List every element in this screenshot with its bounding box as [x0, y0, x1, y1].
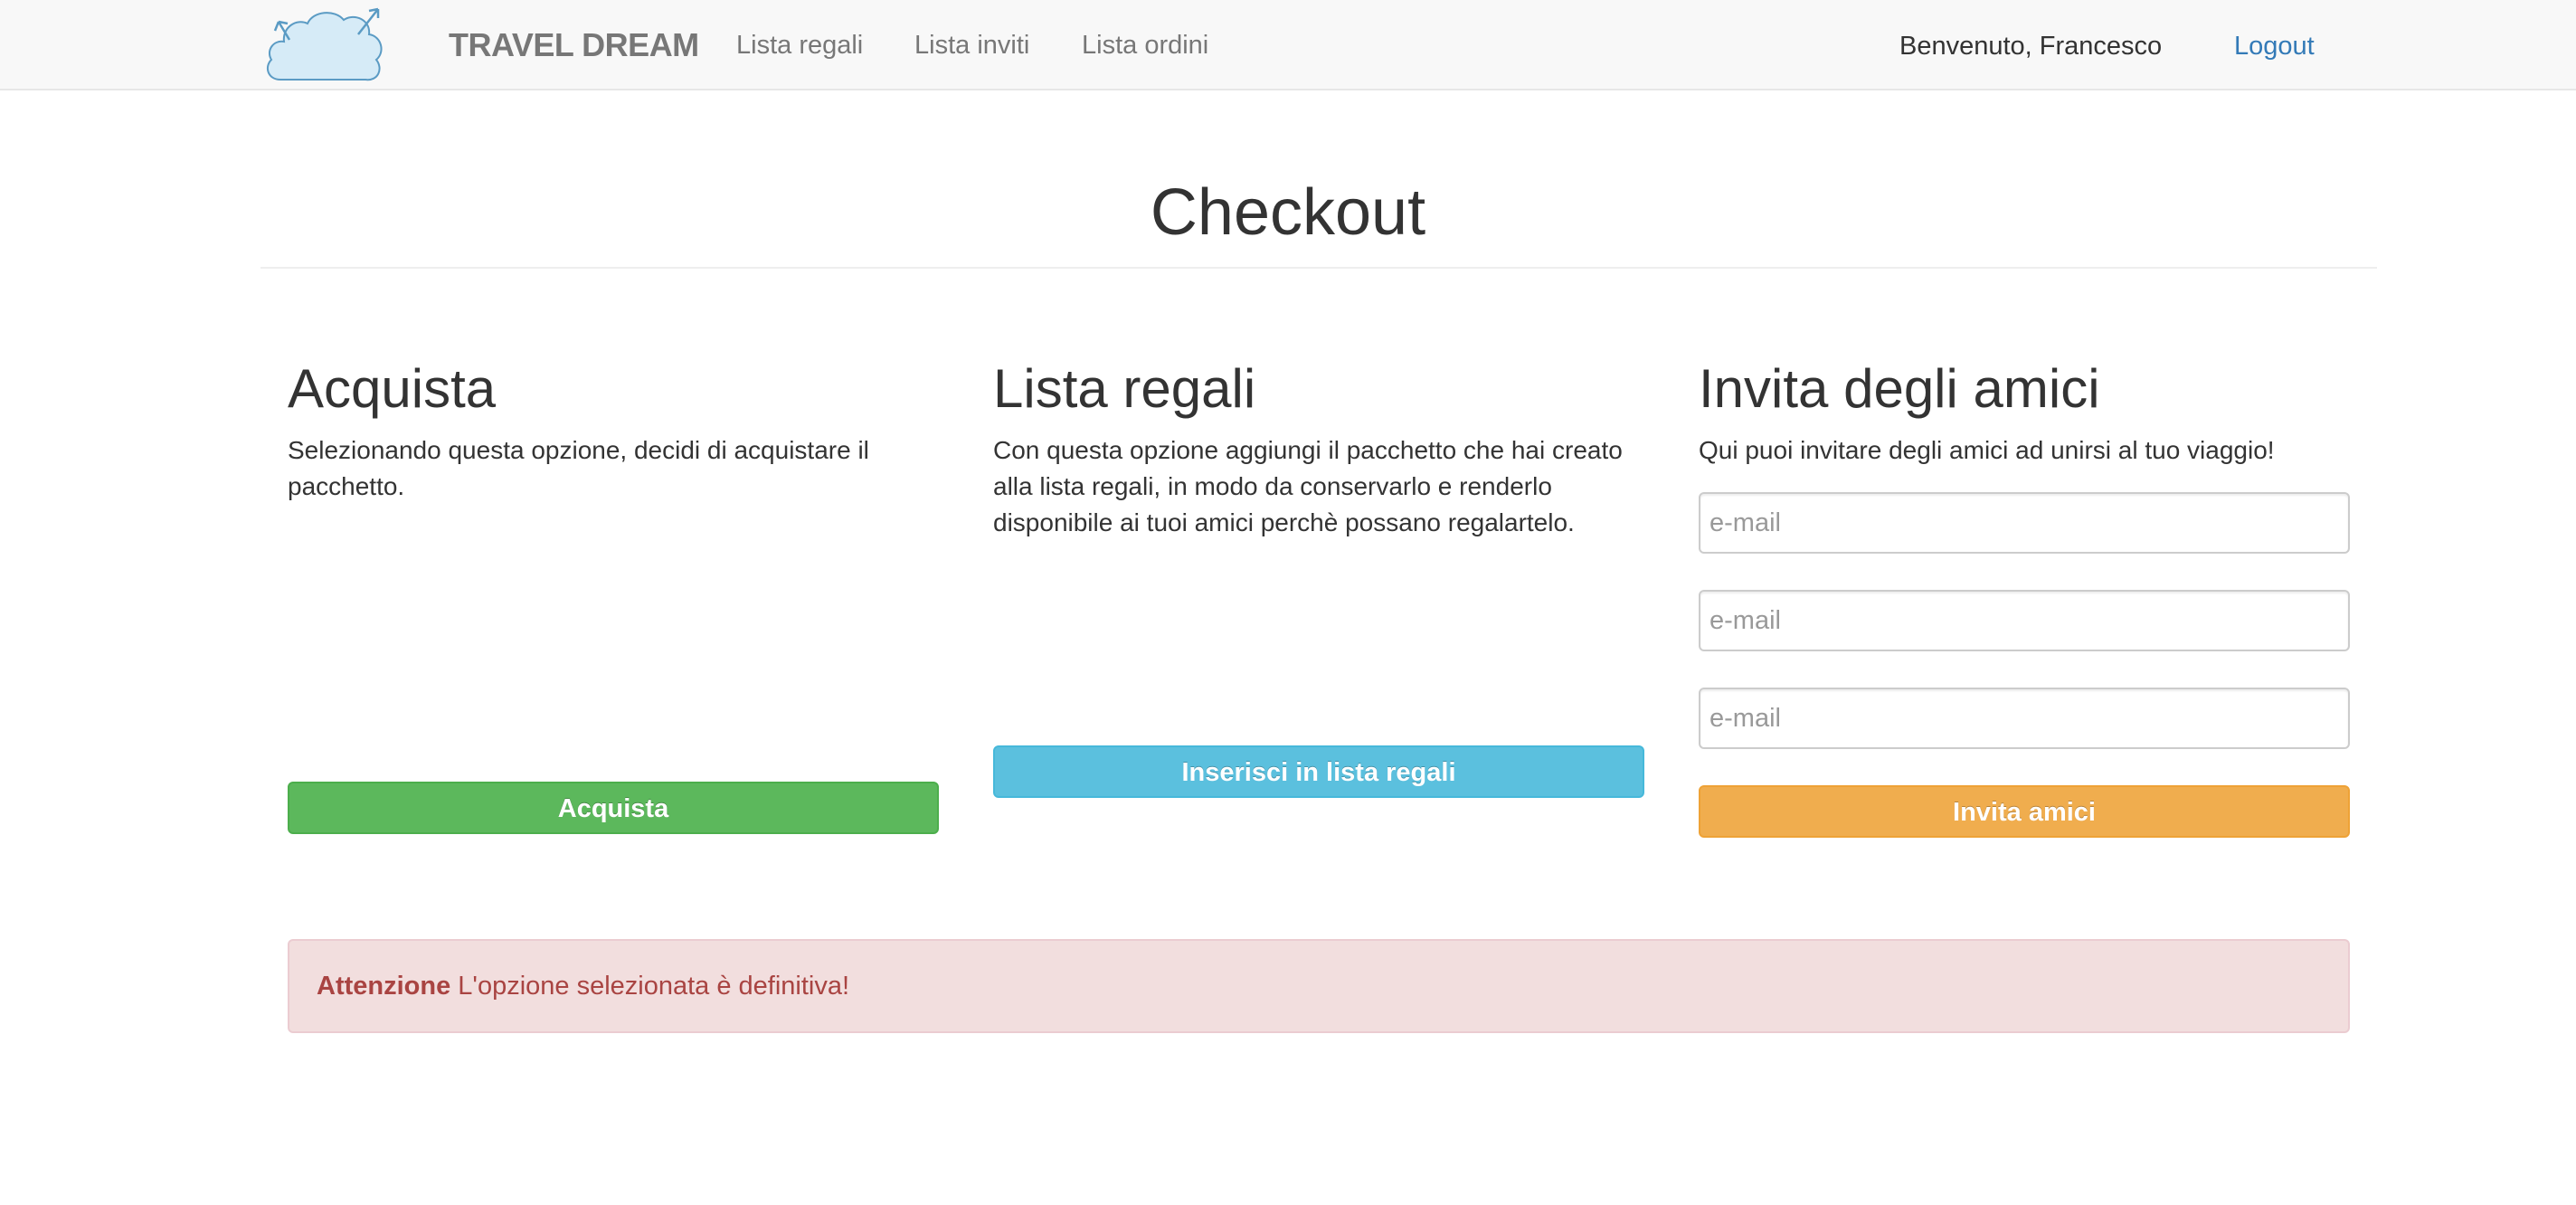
- navbar: TRAVEL DREAM Lista regali Lista inviti L…: [0, 0, 2576, 90]
- buy-description: Selezionando questa opzione, decidi di a…: [288, 436, 869, 500]
- alert-strong: Attenzione: [317, 972, 451, 1001]
- cloud-logo-icon[interactable]: [262, 4, 389, 85]
- invite-description: Qui puoi invitare degli amici ad unirsi …: [1699, 436, 2275, 464]
- add-to-gift-list-button[interactable]: Inserisci in lista regali: [993, 745, 1644, 798]
- nav-link-gift-list[interactable]: Lista regali: [736, 27, 863, 63]
- gift-list-heading: Lista regali: [993, 358, 1256, 419]
- buy-heading: Acquista: [288, 358, 497, 419]
- invite-heading: Invita degli amici: [1699, 358, 2100, 419]
- buy-button[interactable]: Acquista: [288, 782, 939, 834]
- gift-list-description: Con questa opzione aggiungi il pacchetto…: [993, 436, 1623, 536]
- email-input-3[interactable]: [1699, 688, 2350, 749]
- buy-column: Acquista Selezionando questa opzione, de…: [288, 353, 939, 505]
- gift-list-column: Lista regali Con questa opzione aggiungi…: [993, 353, 1644, 541]
- warning-alert: Attenzione L'opzione selezionata è defin…: [288, 939, 2350, 1033]
- invite-column: Invita degli amici Qui puoi invitare deg…: [1699, 353, 2350, 469]
- brand-link[interactable]: TRAVEL DREAM: [449, 27, 699, 63]
- logout-link[interactable]: Logout: [2234, 28, 2315, 64]
- email-input-1[interactable]: [1699, 492, 2350, 554]
- alert-message: L'opzione selezionata è definitiva!: [458, 972, 850, 1001]
- invite-friends-button[interactable]: Invita amici: [1699, 785, 2350, 838]
- nav-link-invites[interactable]: Lista inviti: [914, 27, 1029, 63]
- welcome-text: Benvenuto, Francesco: [1899, 32, 2163, 61]
- page-title: Checkout: [1150, 176, 1426, 249]
- page-divider: [260, 267, 2377, 269]
- email-input-2[interactable]: [1699, 590, 2350, 651]
- nav-link-orders[interactable]: Lista ordini: [1082, 27, 1208, 63]
